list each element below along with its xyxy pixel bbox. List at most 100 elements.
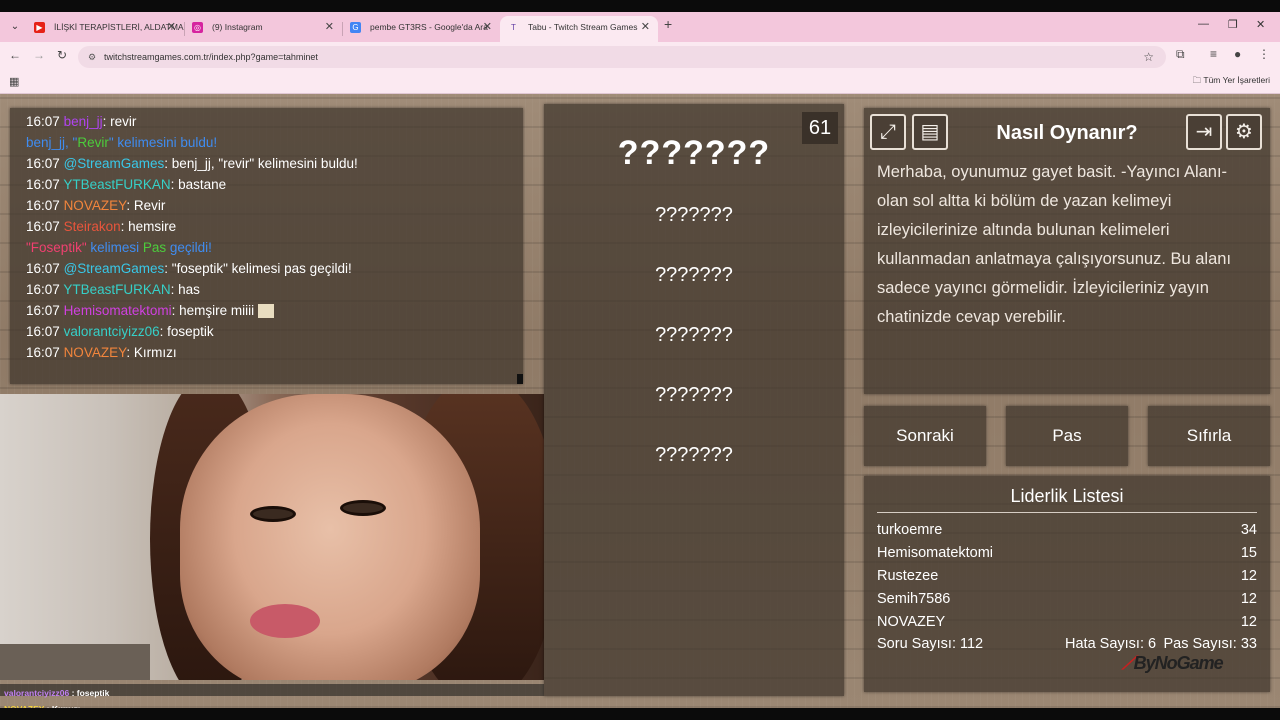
chat-message: 16:07 YTBeastFURKAN: has <box>26 282 200 297</box>
tab-title: pembe GT3RS - Google'da Ara <box>370 22 488 32</box>
close-icon[interactable]: ✕ <box>167 16 176 38</box>
all-bookmarks-folder[interactable]: 🗀 Tüm Yer İşaretleri <box>1193 75 1270 89</box>
media-icon[interactable]: ≡ <box>1210 47 1217 61</box>
url-text: twitchstreamgames.com.tr/index.php?game=… <box>104 52 318 62</box>
chat-username: NOVAZEY <box>63 345 127 360</box>
instagram-icon: ◎ <box>192 22 203 33</box>
chat-system-message: benj_jj, "Revir" kelimesini buldu! <box>26 135 218 150</box>
chat-panel: 16:07 benj_jj: revir benj_jj, "Revir" ke… <box>10 108 523 384</box>
chat-message: 16:07 NOVAZEY: Revir <box>26 198 166 213</box>
os-top-bar <box>0 0 1280 12</box>
player-name: Semih7586 <box>877 591 951 607</box>
pass-button[interactable]: Pas <box>1006 406 1128 466</box>
taboo-word: ??????? <box>655 444 733 466</box>
game-area: 16:07 benj_jj: revir benj_jj, "Revir" ke… <box>0 94 1280 714</box>
leaderboard-row: Rustezee 12 <box>877 568 1257 584</box>
chat-username: @StreamGames <box>63 156 165 171</box>
chat-username: YTBeastFURKAN <box>63 282 171 297</box>
bookmarks-bar: ▦ 🗀 Tüm Yer İşaretleri <box>0 70 1280 94</box>
apps-grid-icon[interactable]: ▦ <box>9 75 19 88</box>
settings-gear-icon[interactable]: ⚙ <box>1226 114 1262 150</box>
overlay-chat-message: valorantciyizz06 : foseptik <box>4 688 110 698</box>
chat-username: YTBeastFURKAN <box>63 177 171 192</box>
chat-message: 16:07 Steirakon: hemsire <box>26 219 177 234</box>
chat-message: 16:07 valorantciyizz06: foseptik <box>26 324 214 339</box>
close-window-icon[interactable]: ✕ <box>1256 18 1265 31</box>
next-button[interactable]: Sonraki <box>864 406 986 466</box>
chat-message: 16:07 Hemisomatektomi: hemşire miiii <box>26 303 274 319</box>
chat-username: Steirakon <box>63 219 121 234</box>
player-score: 12 <box>1240 614 1257 630</box>
extensions-icon[interactable]: ⧉ <box>1176 47 1185 62</box>
chat-username: valorantciyizz06 <box>63 324 160 339</box>
chat-system-message: "Foseptik" kelimesi Pas geçildi! <box>26 240 212 255</box>
close-icon[interactable]: ✕ <box>641 16 650 38</box>
tab-youtube[interactable]: ▶ İLİŞKİ TERAPİSTLERİ, ALDATMA ✕ <box>26 16 184 42</box>
taboo-word: ??????? <box>655 324 733 346</box>
leaderboard-row: turkoemre 34 <box>877 522 1257 538</box>
emote-icon <box>257 304 274 319</box>
main-word: ??????? <box>617 134 771 172</box>
taboo-word: ??????? <box>655 204 733 226</box>
chat-message: 16:07 @StreamGames: benj_jj, "revir" kel… <box>26 156 358 171</box>
player-score: 34 <box>1240 522 1257 538</box>
chat-username: @StreamGames <box>63 261 165 276</box>
url-field[interactable]: ⚙ twitchstreamgames.com.tr/index.php?gam… <box>78 46 1166 68</box>
exit-icon[interactable]: ⇥ <box>1186 114 1222 150</box>
leaderboard-row: Hemisomatektomi 15 <box>877 545 1257 561</box>
reload-icon[interactable]: ↻ <box>57 48 67 62</box>
player-name: Hemisomatektomi <box>877 545 994 561</box>
back-arrow-icon[interactable]: ← <box>9 48 21 62</box>
word-card: 61 ??????? ??????? ??????? ??????? ?????… <box>544 104 844 696</box>
player-name: NOVAZEY <box>877 614 946 630</box>
reset-button[interactable]: Sıfırla <box>1148 406 1270 466</box>
game-stats: Soru Sayısı: 112 Hata Sayısı: 6 Pas Sayı… <box>877 636 1257 652</box>
tab-google[interactable]: G pembe GT3RS - Google'da Ara ✕ <box>342 16 500 42</box>
leaderboard-panel: Liderlik Listesi turkoemre 34 Hemisomate… <box>864 476 1270 692</box>
error-count: Hata Sayısı: 6 <box>1065 636 1157 652</box>
leaderboard-row: Semih7586 12 <box>877 591 1257 607</box>
tab-search-icon[interactable]: ⌄ <box>6 18 24 36</box>
chat-scroll-handle[interactable] <box>517 374 523 384</box>
how-to-play-text: Merhaba, oyunumuz gayet basit. -Yayıncı … <box>877 163 1232 326</box>
chat-username: benj_jj <box>63 114 103 129</box>
player-score: 15 <box>1240 545 1257 561</box>
bynogame-logo: ⟋ByNoGame <box>1122 653 1224 673</box>
forward-arrow-icon[interactable]: → <box>33 48 45 62</box>
player-score: 12 <box>1240 591 1257 607</box>
player-score: 12 <box>1240 568 1257 584</box>
address-bar-row: ← → ↻ ⚙ twitchstreamgames.com.tr/index.p… <box>0 42 1280 70</box>
new-tab-plus-icon[interactable]: + <box>664 16 672 32</box>
chat-username: NOVAZEY <box>63 198 127 213</box>
divider <box>877 512 1257 513</box>
close-icon[interactable]: ✕ <box>325 16 334 38</box>
tab-instagram[interactable]: ◎ (9) Instagram ✕ <box>184 16 342 42</box>
player-name: Rustezee <box>877 568 939 584</box>
taboo-word: ??????? <box>655 384 733 406</box>
leaderboard-title: Liderlik Listesi <box>1010 486 1124 506</box>
tab-title: İLİŞKİ TERAPİSTLERİ, ALDATMA <box>54 22 184 32</box>
profile-icon[interactable]: ● <box>1234 47 1241 61</box>
chat-message: 16:07 YTBeastFURKAN: bastane <box>26 177 227 192</box>
bookmark-star-icon[interactable]: ☆ <box>1143 46 1154 68</box>
restore-icon[interactable]: ❐ <box>1228 18 1238 31</box>
webcam-feed <box>0 394 544 680</box>
tab-tabu-active[interactable]: T Tabu - Twitch Stream Games ✕ <box>500 16 658 42</box>
os-bottom-bar <box>0 708 1280 720</box>
question-count: Soru Sayısı: 112 <box>877 636 984 652</box>
chat-message: 16:07 benj_jj: revir <box>26 114 137 129</box>
tab-strip: ⌄ ▶ İLİŞKİ TERAPİSTLERİ, ALDATMA ✕ ◎ (9)… <box>0 12 1280 42</box>
how-to-play-panel: ⤢ ▤ Nasıl Oynanır? ⇥ ⚙ Merhaba, oyunumuz… <box>864 108 1270 394</box>
taboo-word: ??????? <box>655 264 733 286</box>
minimize-icon[interactable]: — <box>1198 18 1209 30</box>
chat-username: Hemisomatektomi <box>63 303 172 318</box>
close-icon[interactable]: ✕ <box>483 16 492 38</box>
pass-count: Pas Sayısı: 33 <box>1163 636 1258 652</box>
chat-message: 16:07 @StreamGames: "foseptik" kelimesi … <box>26 261 352 276</box>
player-name: turkoemre <box>877 522 943 538</box>
site-info-icon[interactable]: ⚙ <box>88 46 96 68</box>
tab-title: Tabu - Twitch Stream Games <box>528 22 638 32</box>
tab-title: (9) Instagram <box>212 22 263 32</box>
menu-dots-icon[interactable]: ⋮ <box>1258 47 1270 61</box>
twitch-icon: T <box>511 23 516 32</box>
